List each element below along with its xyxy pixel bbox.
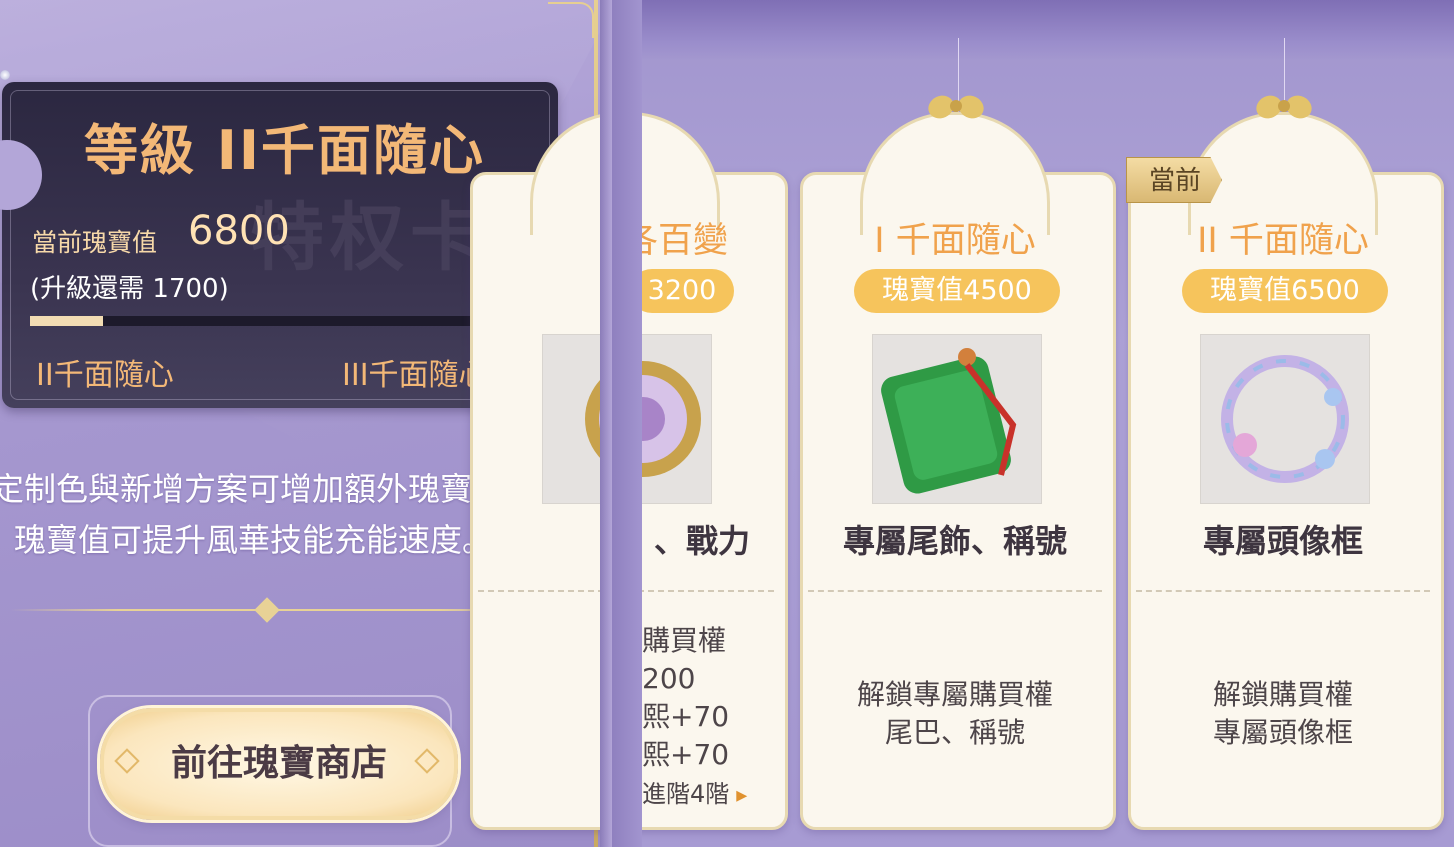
tier-feature: 專屬尾飾、稱號	[842, 522, 1067, 560]
tier-feature: 專屬頭像框	[1202, 522, 1363, 560]
unlock-line: 解鎖購買權	[1212, 678, 1353, 711]
flower-wreath-frame-icon	[1200, 334, 1370, 504]
tier-name: I 千面隨心	[874, 221, 1036, 261]
green-jade-tag-icon	[872, 334, 1042, 504]
go-to-treasure-shop-button[interactable]: 前往瑰寶商店	[100, 708, 458, 820]
scroll-clip-edge	[612, 60, 642, 847]
gem-ornament	[0, 70, 10, 80]
description-line-1: 定制色與新增方案可增加額外瑰寶值。	[0, 470, 537, 508]
unlock-list: 解鎖專屬購買權 尾巴、稱號	[800, 676, 1110, 752]
value-pill: 瑰寶值4500	[854, 269, 1060, 313]
unlock-list: 解鎖購買權 專屬頭像框	[1128, 676, 1438, 752]
tier-name: 各百變	[622, 221, 728, 261]
unlock-line: 尾巴、稱號	[884, 716, 1025, 749]
upgrade-need-text: (升級還需 1700)	[30, 274, 229, 304]
dashed-divider	[1136, 590, 1430, 592]
unlock-line: 專屬頭像框	[1212, 716, 1353, 749]
gold-bow-icon	[1252, 90, 1316, 134]
unlock-line: 解鎖專屬購買權	[856, 678, 1053, 711]
corner-ornament	[548, 2, 594, 38]
description-line-2: 瑰寶值可提升風華技能充能速度。	[14, 521, 495, 559]
value-pill: 瑰寶值6500	[1182, 269, 1388, 313]
value-pill: 3200	[630, 269, 734, 313]
level-next-label: III千面隨心	[342, 358, 489, 393]
current-value: 6800	[188, 208, 290, 254]
level-title: 等級 II千面隨心	[84, 119, 485, 182]
progress-bar-fill	[30, 316, 103, 326]
dashed-divider	[808, 590, 1102, 592]
current-value-label: 當前瑰寶值	[32, 228, 158, 257]
panel-divider	[600, 0, 612, 847]
level-current-label: II千面隨心	[36, 358, 174, 393]
chevron-right-icon: ▸	[729, 783, 748, 808]
tier-card[interactable]: I 千面隨心 瑰寶值4500 專屬尾飾、稱號 解鎖專屬購買權 尾巴、稱號	[800, 91, 1116, 830]
progress-bar	[30, 316, 516, 326]
divider-diamond-icon	[254, 597, 280, 623]
card-notch	[0, 140, 42, 210]
unlock-line: 進階4階	[642, 780, 730, 808]
tier-card-current[interactable]: II 千面隨心 瑰寶值6500 專屬頭像框 解鎖購買權 專屬頭像框	[1128, 91, 1444, 830]
current-tier-badge: 當前	[1126, 157, 1222, 203]
ribbon-garland	[612, 0, 1454, 60]
tier-name: II 千面隨心	[1197, 221, 1369, 261]
gold-bow-icon	[924, 90, 988, 134]
